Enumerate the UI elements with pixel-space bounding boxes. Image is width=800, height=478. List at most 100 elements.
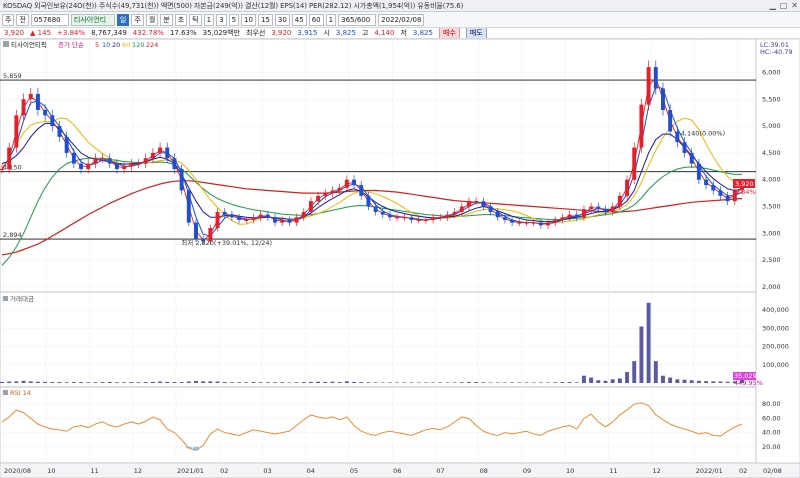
window-titlebar: KOSDAQ 외국인보유(24O(천)) 주식수(49,731(천)) 액면(5… [0,0,800,12]
volume-bar [567,382,572,383]
candle-down [64,136,69,153]
candle-down [380,211,385,215]
rsi-tick-label: 80.00 [762,400,781,408]
period-monthly-button[interactable]: 월 [145,13,159,26]
volume-bar [308,381,313,383]
volume-bar [675,379,680,383]
volume-bar [265,382,270,383]
candle-down [689,152,694,164]
x-tick-label: 11 [90,467,98,475]
volume-tick-label: 100,000 [762,361,789,369]
stock-code-input[interactable]: 057680 [30,13,69,26]
candle-up [546,222,550,226]
price-tick-label: 2,000 [762,283,781,291]
interval-15-button[interactable]: 15 [257,13,273,26]
candle-down [603,209,608,212]
volume-bar [323,381,328,383]
buy-button[interactable]: 매수 [438,28,460,38]
interval-30-button[interactable]: 30 [274,13,290,26]
volume-bar [294,382,299,383]
candle-down [352,179,356,186]
volume-bar [21,380,26,383]
candle-up [438,217,443,219]
candle-down [287,219,292,223]
volume-bar [668,377,673,383]
ask-price: 3,915 [297,29,318,37]
volume-bar [330,381,335,383]
price-tick-label: 3,000 [762,229,781,237]
volume-bar [388,382,392,383]
volume-bar [359,382,364,383]
custom-interval-input[interactable]: 1 [325,13,337,26]
candle-up [251,217,256,220]
high-label: 고 [361,29,369,37]
candle-up [610,206,615,212]
period-minute-button[interactable]: 분 [160,13,173,26]
weekly-mode-button[interactable]: 주 [2,13,15,26]
volume-bar [344,381,349,383]
minimize-icon[interactable]: ▁ [770,1,776,11]
candle-up [423,219,428,221]
candle-down [237,217,242,220]
period-tick-button[interactable]: 틱 [189,13,202,26]
candle-up [632,147,637,180]
volume-bar [380,382,385,383]
x-tick-label: 2021/01 [177,467,204,475]
volume-ratio: 432.78% [132,29,164,37]
low-label: 저 [400,29,407,37]
volume-bar [114,382,119,383]
candle-down [165,147,170,159]
candle-up [244,219,249,221]
candle-up [467,201,471,207]
volume-bar [517,382,522,383]
sell-button[interactable]: 매도 [465,28,487,38]
volume-bar [237,382,242,383]
volume-bar [467,382,471,383]
chart-annotation: 최저 2,820(+39.01%, 12/24) [181,238,272,247]
bar-count-input[interactable]: 365/600 [338,13,377,26]
interval-3-button[interactable]: 3 [216,13,227,26]
date-input[interactable]: 2022/02/08 [378,13,425,26]
maximize-icon[interactable]: □ [780,1,788,11]
close-icon[interactable]: ✕ [791,1,798,11]
all-mode-button[interactable]: 전 [16,13,29,26]
candle-up [474,201,479,203]
volume-bar [689,380,694,383]
rsi-tick-label: 20.00 [762,443,781,451]
interval-60-button[interactable]: 60 [308,13,324,26]
x-tick-label: 09 [523,467,531,475]
interval-10-button[interactable]: 10 [241,13,256,26]
volume-bar [502,382,507,383]
volume-bar [28,381,33,383]
candle-up [0,169,4,170]
price-tick-label: 5,500 [762,95,781,103]
interval-1-button[interactable]: 1 [203,13,215,26]
stock-chart[interactable]: 5,859 4,150 2,894 6,000 5,500 5,000 4,500 4,00… [0,39,800,478]
price-tick-label: 5,000 [762,122,781,130]
x-tick-label: 08 [480,467,488,475]
volume-bar [445,382,450,383]
candle-down [107,158,112,164]
candle-up [646,67,651,105]
candle-down [265,214,270,218]
period-second-button[interactable]: 초 [174,13,188,26]
candle-up [316,195,321,202]
candle-down [488,206,493,212]
interval-5-button[interactable]: 5 [228,13,240,26]
volume-bar [179,382,184,383]
x-tick-label: 06 [393,467,401,475]
stock-name-field[interactable]: 티사이언티 [70,13,115,26]
candle-up [21,99,26,116]
rsi-pane [0,386,757,464]
volume-bar [100,382,105,383]
volume-bar [280,382,285,383]
hc-label: HC:-40.79 [760,48,793,56]
interval-45-button[interactable]: 45 [291,13,307,26]
volume-bar [215,381,220,383]
candle-up [7,147,12,169]
volume-bar [86,382,91,383]
period-daily-button[interactable]: 일 [116,13,130,26]
candle-down [711,185,716,191]
price-tick-label: 3,500 [762,203,781,211]
period-weekly-button[interactable]: 주 [131,13,144,26]
